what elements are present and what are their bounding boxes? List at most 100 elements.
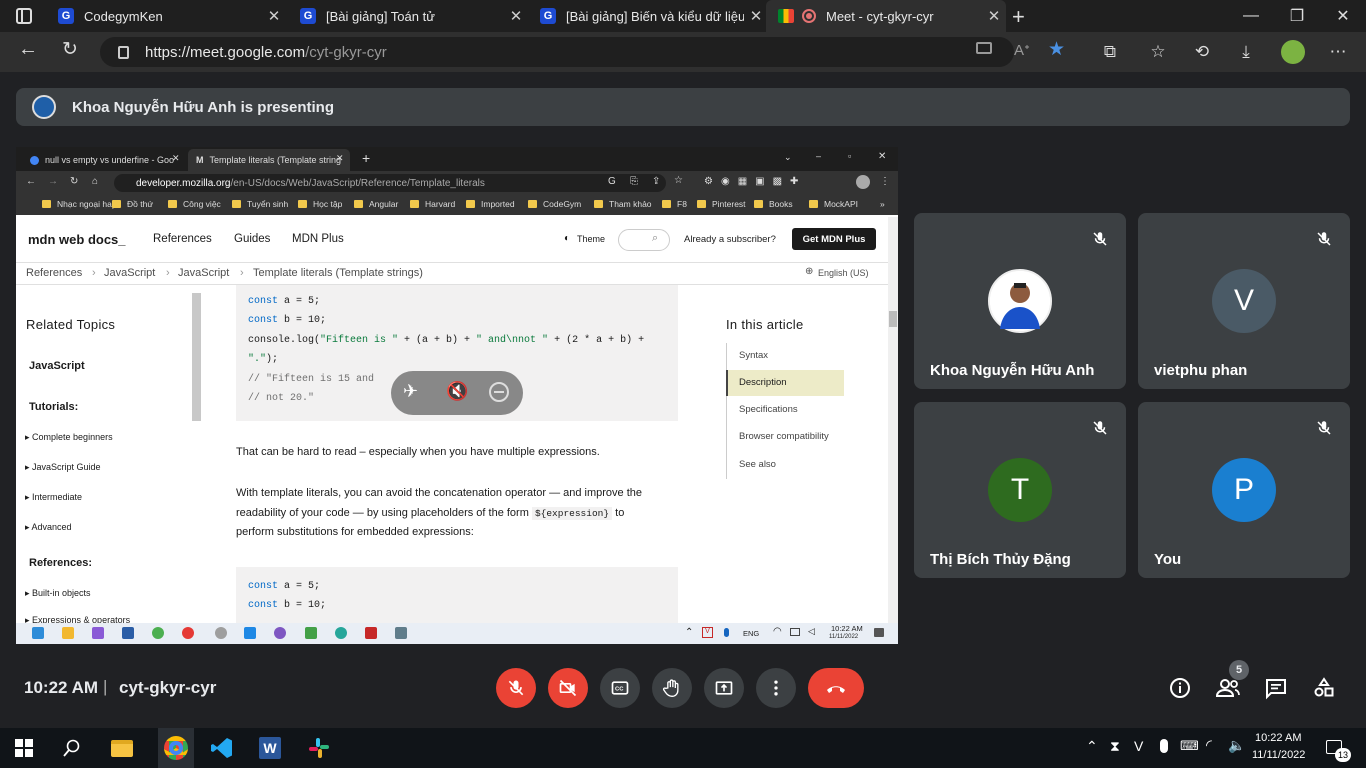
bookmark-item: Pinterest bbox=[697, 199, 746, 209]
extensions-icon[interactable]: ⧉ bbox=[1098, 40, 1122, 64]
microphone-icon[interactable] bbox=[1160, 739, 1168, 753]
tray-app-icon[interactable]: ⧗ bbox=[1110, 738, 1120, 755]
app-icon bbox=[122, 627, 134, 639]
close-tab-icon[interactable]: ✕ bbox=[982, 7, 1006, 25]
more-menu-icon: ⋮ bbox=[880, 176, 890, 187]
get-mdn-plus-button: Get MDN Plus bbox=[792, 228, 876, 250]
sidebar-item: ▸ JavaScript Guide bbox=[25, 462, 101, 472]
windows-taskbar: W ⌃ ⧗ V ⌨ ◜ 🔈 10:22 AM 11/11/2022 13 bbox=[0, 728, 1366, 768]
breadcrumb-separator-icon: › bbox=[166, 267, 170, 279]
participant-tile[interactable]: V vietphu phan bbox=[1138, 213, 1350, 389]
tray-chevron-icon[interactable]: ⌃ bbox=[1086, 738, 1098, 755]
minimize-icon[interactable]: — bbox=[1228, 0, 1274, 32]
vscode-icon[interactable] bbox=[208, 734, 236, 762]
captions-icon: CC bbox=[611, 681, 629, 695]
shared-tab-strip: null vs empty vs underfine - Goo ✕ M Tem… bbox=[16, 147, 898, 171]
inline-code: ${expression} bbox=[531, 506, 613, 520]
sidebar-item: ▸ Built-in objects bbox=[25, 588, 91, 598]
input-method-icon[interactable]: ⌨ bbox=[1180, 738, 1199, 754]
more-options-button[interactable] bbox=[756, 668, 796, 708]
microphone-off-button[interactable] bbox=[496, 668, 536, 708]
language-selector: English (US) bbox=[818, 268, 869, 278]
raise-hand-button[interactable] bbox=[652, 668, 692, 708]
bookmark-label: F8 bbox=[677, 199, 687, 209]
bookmark-item: Imported bbox=[466, 199, 515, 209]
favorites-icon[interactable]: ☆ bbox=[1146, 40, 1170, 64]
tab-meet[interactable]: Meet - cyt-gkyr-cyr ✕ bbox=[766, 0, 1006, 32]
close-tab-icon[interactable]: ✕ bbox=[504, 7, 528, 25]
profile-avatar[interactable] bbox=[1281, 40, 1305, 64]
file-explorer-icon[interactable] bbox=[108, 734, 136, 762]
chrome-icon bbox=[215, 627, 227, 639]
tray-v-icon[interactable]: V bbox=[1134, 738, 1143, 754]
downloads-icon[interactable]: ⤓ bbox=[1234, 40, 1258, 64]
meet-control-bar: 10:22 AM | cyt-gkyr-cyr CC 5 bbox=[0, 652, 1366, 724]
sidebar-references: References: bbox=[29, 557, 92, 569]
history-icon[interactable]: ⟲ bbox=[1190, 40, 1214, 64]
meeting-details-button[interactable] bbox=[1166, 674, 1194, 702]
shared-taskbar: ⌃ V ENG ◠ ◁ 10:22 AM 11/11/2022 bbox=[16, 623, 898, 644]
lock-icon bbox=[118, 45, 129, 59]
more-menu-icon[interactable]: ⋯ bbox=[1326, 40, 1350, 64]
favorite-star-icon[interactable]: ★ bbox=[1048, 38, 1065, 61]
breadcrumb-item: JavaScript bbox=[178, 267, 230, 279]
chrome-icon[interactable] bbox=[158, 728, 194, 768]
sidebar-tutorials: Tutorials: bbox=[29, 401, 79, 413]
word-icon[interactable]: W bbox=[256, 734, 284, 762]
close-window-icon[interactable]: ✕ bbox=[1320, 0, 1366, 32]
code-line: const b = 10; bbox=[248, 600, 327, 611]
read-aloud-icon[interactable]: Aᐩ bbox=[1014, 41, 1030, 59]
related-topics-heading: Related Topics bbox=[26, 317, 116, 332]
bookmark-label: Đồ thứ bbox=[127, 199, 154, 209]
clock-time[interactable]: 10:22 AM bbox=[1255, 732, 1301, 744]
avatar bbox=[988, 269, 1052, 333]
present-screen-button[interactable] bbox=[704, 668, 744, 708]
bookmark-item: Books bbox=[754, 199, 793, 209]
back-icon[interactable]: ← bbox=[18, 38, 38, 61]
folder-icon bbox=[754, 200, 763, 208]
search-icon[interactable] bbox=[58, 734, 86, 762]
battery-icon bbox=[790, 628, 800, 636]
chat-button[interactable] bbox=[1262, 674, 1290, 702]
clock-date[interactable]: 11/11/2022 bbox=[1252, 749, 1305, 761]
leave-call-button[interactable] bbox=[808, 668, 864, 708]
restore-icon[interactable]: ❐ bbox=[1274, 0, 1320, 32]
volume-icon[interactable]: 🔈 bbox=[1228, 737, 1245, 754]
bookmark-item: Harvard bbox=[410, 199, 455, 209]
code-block-2: const a = 5; const b = 10; bbox=[236, 567, 678, 623]
sidebar-item-label: Intermediate bbox=[32, 492, 83, 502]
chat-icon bbox=[1266, 679, 1286, 700]
camera-off-button[interactable] bbox=[548, 668, 588, 708]
windows-start-icon[interactable] bbox=[10, 734, 38, 762]
close-tab-icon[interactable]: ✕ bbox=[262, 7, 286, 25]
sidebar-item-label: Expressions & operators bbox=[32, 615, 131, 623]
tab-toan-tu[interactable]: G [Bài giảng] Toán tử ✕ bbox=[288, 0, 528, 32]
close-tab-icon[interactable]: ✕ bbox=[744, 7, 768, 25]
participant-tile[interactable]: P You bbox=[1138, 402, 1350, 578]
tray-icon: V bbox=[702, 627, 713, 638]
sidebar-javascript: JavaScript bbox=[29, 360, 85, 372]
captions-button[interactable]: CC bbox=[600, 668, 640, 708]
tab-title: Template literals (Template string bbox=[209, 155, 342, 165]
new-tab-icon[interactable]: + bbox=[1012, 4, 1025, 30]
reload-icon[interactable]: ↻ bbox=[62, 38, 78, 61]
slack-icon[interactable] bbox=[305, 734, 333, 762]
activities-button[interactable] bbox=[1310, 674, 1338, 702]
participants-count-badge: 5 bbox=[1229, 660, 1249, 680]
mic-off-icon bbox=[508, 680, 524, 696]
sidebar-item: ▸ Intermediate bbox=[25, 492, 83, 502]
tab-codegymken[interactable]: G CodegymKen ✕ bbox=[46, 0, 286, 32]
url-field[interactable]: https://meet.google.com/cyt-gkyr-cyr bbox=[100, 37, 1014, 67]
camera-blocked-icon[interactable] bbox=[976, 42, 992, 54]
bookmark-star-icon: ☆ bbox=[674, 175, 683, 186]
tab-actions-icon[interactable] bbox=[16, 8, 32, 24]
participant-tile[interactable]: T Thị Bích Thủy Đặng bbox=[914, 402, 1126, 578]
shared-nav-bar: ← → ↻ ⌂ developer.mozilla.org/en-US/docs… bbox=[16, 171, 898, 195]
wifi-icon[interactable]: ◜ bbox=[1206, 736, 1212, 754]
tab-bien-kieu-du-lieu[interactable]: G [Bài giảng] Biến và kiểu dữ liệu ( ✕ bbox=[528, 0, 768, 32]
home-icon: ⌂ bbox=[92, 176, 99, 187]
vscode-icon bbox=[244, 627, 256, 639]
folder-icon bbox=[466, 200, 475, 208]
nav-guides: Guides bbox=[234, 233, 271, 245]
participant-tile[interactable]: Khoa Nguyễn Hữu Anh bbox=[914, 213, 1126, 389]
